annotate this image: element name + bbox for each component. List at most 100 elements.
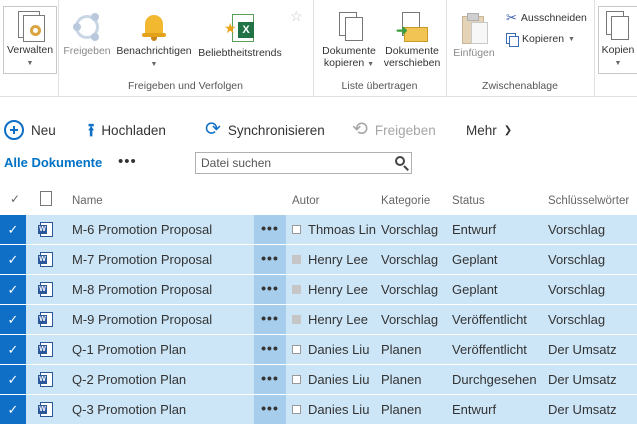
manage-button[interactable]: Verwalten ▼ xyxy=(3,6,57,74)
keywords-cell: Der Umsatz xyxy=(548,372,617,387)
group-label-clipboard: Zwischenablage xyxy=(482,80,558,92)
author-link[interactable]: Thmoas Lin xyxy=(308,222,376,237)
keywords-cell: Vorschlag xyxy=(548,222,606,237)
row-checkmark-icon[interactable]: ✓ xyxy=(0,275,26,304)
column-author[interactable]: Autor xyxy=(292,195,320,207)
sync-label: Synchronisieren xyxy=(227,122,325,138)
row-menu-button[interactable]: ••• xyxy=(254,245,286,274)
column-category[interactable]: Kategorie xyxy=(381,195,430,207)
author-link[interactable]: Henry Lee xyxy=(308,252,368,267)
cut-button[interactable]: ✂ Ausschneiden xyxy=(506,10,587,26)
document-name-link[interactable]: M-7 Promotion Proposal xyxy=(72,252,212,267)
word-document-icon xyxy=(38,342,53,357)
status-cell: Durchgesehen xyxy=(452,372,537,387)
table-row[interactable]: ✓ Q-1 Promotion Plan ••• Danies Liu Plan… xyxy=(0,335,637,364)
copy-button[interactable]: Kopieren ▼ xyxy=(506,33,575,47)
more-button[interactable]: Mehr ❯ xyxy=(466,117,512,143)
column-status[interactable]: Status xyxy=(452,195,485,207)
cut-label: Ausschneiden xyxy=(520,12,587,24)
copy-documents-button[interactable]: Dokumente kopieren ▼ xyxy=(318,10,380,71)
share-ribbon-button[interactable]: Freigeben xyxy=(62,12,112,57)
presence-icon xyxy=(292,225,301,234)
star-icon[interactable]: ☆ xyxy=(290,8,303,25)
table-row[interactable]: ✓ Q-2 Promotion Plan ••• Danies Liu Plan… xyxy=(0,365,637,394)
chevron-down-icon: ▼ xyxy=(26,60,34,67)
row-menu-button[interactable]: ••• xyxy=(254,275,286,304)
group-manage: Verwalten ▼ xyxy=(0,0,59,96)
alerts-button[interactable]: Benachrichtigen ▼ xyxy=(114,12,194,71)
column-keywords[interactable]: Schlüsselwörter xyxy=(548,195,629,207)
category-cell: Planen xyxy=(381,342,422,357)
share-button[interactable]: ⟲ Freigeben xyxy=(352,117,436,143)
search-input[interactable] xyxy=(196,153,391,173)
row-menu-button[interactable]: ••• xyxy=(254,395,286,424)
row-menu-button[interactable]: ••• xyxy=(254,365,286,394)
group-clipboard: Einfügen ✂ Ausschneiden Kopieren ▼ Zwisc… xyxy=(446,0,595,96)
select-all-checkmark-icon[interactable]: ✓ xyxy=(10,192,20,206)
copy-documents-icon xyxy=(333,10,365,42)
plus-circle-icon xyxy=(4,120,24,140)
column-name[interactable]: Name xyxy=(72,195,103,207)
category-cell: Vorschlag xyxy=(381,282,439,297)
presence-icon xyxy=(292,405,301,414)
paste-button[interactable]: Einfügen xyxy=(450,12,498,59)
copies-button[interactable]: Kopien ▼ xyxy=(598,6,637,74)
author-link[interactable]: Henry Lee xyxy=(308,312,368,327)
document-name-link[interactable]: M-9 Promotion Proposal xyxy=(72,312,212,327)
row-checkmark-icon[interactable]: ✓ xyxy=(0,215,26,244)
move-documents-button[interactable]: ➜ Dokumente verschieben xyxy=(381,10,443,69)
word-document-icon xyxy=(38,402,53,417)
copy-icon xyxy=(506,33,519,47)
category-cell: Vorschlag xyxy=(381,222,439,237)
table-row[interactable]: ✓ M-8 Promotion Proposal ••• Henry Lee V… xyxy=(0,275,637,304)
document-name-link[interactable]: Q-3 Promotion Plan xyxy=(72,402,186,417)
share-label: Freigeben xyxy=(374,122,436,138)
share-icon: ⟲ xyxy=(352,119,368,140)
document-name-link[interactable]: M-6 Promotion Proposal xyxy=(72,222,212,237)
keywords-cell: Der Umsatz xyxy=(548,342,617,357)
document-name-link[interactable]: Q-1 Promotion Plan xyxy=(72,342,186,357)
view-more-button[interactable]: ••• xyxy=(118,153,137,170)
command-bar: Neu ⭱ Hochladen ⟳ Synchronisieren ⟲ Frei… xyxy=(0,117,637,143)
presence-icon xyxy=(292,375,301,384)
status-cell: Geplant xyxy=(452,282,498,297)
presence-icon xyxy=(292,345,301,354)
document-name-link[interactable]: M-8 Promotion Proposal xyxy=(72,282,212,297)
move-documents-label: Dokumente xyxy=(385,45,439,57)
table-row[interactable]: ✓ Q-3 Promotion Plan ••• Danies Liu Plan… xyxy=(0,395,637,424)
table-row[interactable]: ✓ M-9 Promotion Proposal ••• Henry Lee V… xyxy=(0,305,637,334)
chevron-down-icon: ▼ xyxy=(614,60,622,67)
row-menu-button[interactable]: ••• xyxy=(254,215,286,244)
keywords-cell: Vorschlag xyxy=(548,312,606,327)
view-all-documents[interactable]: Alle Dokumente xyxy=(4,155,102,170)
row-checkmark-icon[interactable]: ✓ xyxy=(0,395,26,424)
table-row[interactable]: ✓ M-6 Promotion Proposal ••• Thmoas Lin … xyxy=(0,215,637,244)
group-share-track: Freigeben Benachrichtigen ▼ X ★ Beliebthe… xyxy=(58,0,314,96)
category-cell: Vorschlag xyxy=(381,252,439,267)
table-row[interactable]: ✓ M-7 Promotion Proposal ••• Henry Lee V… xyxy=(0,245,637,274)
ribbon: Verwalten ▼ Freigeben Benachrichtigen ▼ … xyxy=(0,0,637,97)
copy-documents-label-2: kopieren xyxy=(323,57,365,69)
copies-icon xyxy=(602,9,634,41)
row-checkmark-icon[interactable]: ✓ xyxy=(0,365,26,394)
row-checkmark-icon[interactable]: ✓ xyxy=(0,245,26,274)
upload-button[interactable]: ⭱ Hochladen xyxy=(88,117,166,143)
trends-button[interactable]: X ★ Beliebtheitstrends xyxy=(196,12,284,59)
row-menu-button[interactable]: ••• xyxy=(254,305,286,334)
author-link[interactable]: Henry Lee xyxy=(308,282,368,297)
document-type-icon[interactable] xyxy=(40,191,52,206)
row-checkmark-icon[interactable]: ✓ xyxy=(0,305,26,334)
search-icon[interactable] xyxy=(395,156,405,166)
chevron-down-icon: ▼ xyxy=(367,61,375,68)
row-checkmark-icon[interactable]: ✓ xyxy=(0,335,26,364)
word-document-icon xyxy=(38,312,53,327)
sync-button[interactable]: ⟳ Synchronisieren xyxy=(205,117,325,143)
row-menu-button[interactable]: ••• xyxy=(254,335,286,364)
author-link[interactable]: Danies Liu xyxy=(308,372,369,387)
category-cell: Planen xyxy=(381,402,422,417)
author-link[interactable]: Danies Liu xyxy=(308,402,369,417)
new-button[interactable]: Neu xyxy=(4,117,56,143)
search-box[interactable] xyxy=(195,152,412,174)
document-name-link[interactable]: Q-2 Promotion Plan xyxy=(72,372,186,387)
author-link[interactable]: Danies Liu xyxy=(308,342,369,357)
